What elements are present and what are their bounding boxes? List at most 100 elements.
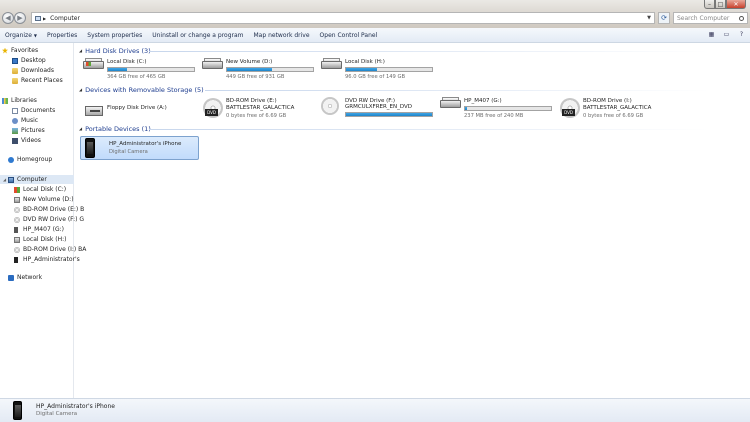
usb-drive-icon	[440, 97, 462, 119]
drive-name: Floppy Disk Drive (A:)	[107, 105, 167, 111]
breadcrumb-computer[interactable]: Computer	[50, 15, 80, 22]
usage-bar	[345, 67, 433, 72]
drive-tile-h[interactable]: Local Disk (H:) 96.0 GB free of 149 GB	[321, 58, 433, 82]
organize-label: Organize	[5, 31, 32, 39]
usb-drive-icon	[14, 226, 18, 233]
group-removable-storage[interactable]: ◢ Devices with Removable Storage (5)	[79, 85, 204, 94]
organize-menu[interactable]: Organize ▼	[0, 29, 42, 41]
preview-pane-icon[interactable]: ▭	[722, 30, 731, 39]
drive-icon	[202, 58, 224, 80]
group-divider	[205, 90, 710, 91]
nav-label: Favorites	[11, 47, 39, 54]
usage-bar	[345, 112, 433, 117]
folder-icon	[12, 77, 18, 84]
back-button[interactable]: ◀	[2, 12, 14, 24]
nav-drive-f[interactable]: DVD RW Drive (F:) G	[14, 215, 84, 224]
nav-music[interactable]: Music	[12, 116, 38, 125]
picture-icon	[12, 127, 18, 134]
maximize-button[interactable]: □	[715, 0, 726, 9]
nav-drive-c[interactable]: Local Disk (C:)	[14, 185, 66, 194]
drive-tile-d[interactable]: New Volume (D:) 449 GB free of 931 GB	[202, 58, 314, 82]
nav-label: Network	[17, 274, 43, 281]
content-pane: ◢ Hard Disk Drives (3) Local Disk (C:) 36…	[75, 43, 750, 398]
nav-homegroup[interactable]: Homegroup	[8, 155, 52, 164]
usage-bar-fill	[465, 107, 467, 110]
chevron-right-icon: ▶	[43, 15, 47, 21]
nav-drive-d[interactable]: New Volume (D:)	[14, 195, 74, 204]
dvd-tag: DVD	[562, 109, 575, 116]
nav-documents[interactable]: Documents	[12, 106, 55, 115]
map-network-drive-button[interactable]: Map network drive	[249, 29, 315, 41]
drive-name: HP_M407 (G:)	[464, 98, 502, 104]
nav-label: Local Disk (H:)	[23, 236, 67, 243]
nav-drive-g[interactable]: HP_M407 (G:)	[14, 225, 64, 234]
help-icon[interactable]: ?	[737, 30, 746, 39]
nav-desktop[interactable]: Desktop	[12, 56, 46, 65]
computer-icon	[35, 15, 41, 21]
nav-label: HP_M407 (G:)	[23, 226, 65, 233]
drive-tile-i[interactable]: DVD BD-ROM Drive (I:) BATTLESTAR_GALACTI…	[559, 97, 671, 121]
uninstall-program-button[interactable]: Uninstall or change a program	[147, 29, 248, 41]
nav-iphone[interactable]: HP_Administrator's	[14, 255, 80, 264]
refresh-button[interactable]: ⟳	[658, 12, 670, 24]
drive-tile-a[interactable]: Floppy Disk Drive (A:)	[83, 97, 195, 121]
disc-icon	[14, 246, 20, 253]
drive-tile-e[interactable]: DVD BD-ROM Drive (E:) BATTLESTAR_GALACTI…	[202, 97, 314, 121]
floppy-icon	[83, 97, 105, 119]
system-properties-button[interactable]: System properties	[82, 29, 147, 41]
nav-videos[interactable]: Videos	[12, 136, 41, 145]
minimize-button[interactable]: –	[704, 0, 715, 9]
nav-label: Music	[21, 117, 39, 124]
collapse-icon: ◢	[79, 126, 83, 131]
forward-button[interactable]: ▶	[14, 12, 26, 24]
device-tile-iphone[interactable]: HP_Administrator's iPhone Digital Camera	[80, 136, 199, 160]
window-controls: – □ ✕	[704, 0, 746, 9]
nav-drive-e[interactable]: BD-ROM Drive (E:) B	[14, 205, 84, 214]
chevron-down-icon[interactable]: ◢	[3, 177, 6, 182]
nav-drive-h[interactable]: Local Disk (H:)	[14, 235, 66, 244]
device-type: Digital Camera	[109, 149, 148, 155]
nav-pictures[interactable]: Pictures	[12, 126, 45, 135]
drive-tile-f[interactable]: DVD RW Drive (F:) GRMCULXFRER_EN_DVD	[321, 97, 433, 121]
drive-name: New Volume (D:)	[226, 59, 273, 65]
change-view-icon[interactable]: ▦	[707, 30, 716, 39]
open-control-panel-button[interactable]: Open Control Panel	[315, 29, 383, 41]
title-bar: – □ ✕ ◀ ▶ ▶ Computer ▼ ⟳ Search Computer	[0, 0, 750, 28]
library-icon	[2, 97, 8, 104]
nav-favorites[interactable]: Favorites	[2, 46, 38, 55]
nav-label: Desktop	[21, 57, 46, 64]
drive-icon	[14, 196, 20, 203]
nav-label: Computer	[17, 176, 47, 183]
group-title: Hard Disk Drives (3)	[85, 46, 151, 55]
nav-downloads[interactable]: Downloads	[12, 66, 54, 75]
properties-button[interactable]: Properties	[42, 29, 82, 41]
drive-tile-c[interactable]: Local Disk (C:) 364 GB free of 465 GB	[83, 58, 195, 82]
drive-free-space: 449 GB free of 931 GB	[226, 74, 285, 80]
close-button[interactable]: ✕	[726, 0, 746, 9]
group-portable-devices[interactable]: ◢ Portable Devices (1)	[79, 124, 151, 133]
address-bar[interactable]: ▶ Computer ▼	[31, 12, 655, 24]
nav-label: Videos	[21, 137, 41, 144]
search-input[interactable]: Search Computer	[673, 12, 748, 24]
star-icon	[2, 47, 8, 54]
nav-libraries[interactable]: Libraries	[2, 96, 37, 105]
details-item-name: HP_Administrator's iPhone	[36, 403, 115, 410]
nav-network[interactable]: Network	[8, 273, 42, 282]
arrow-right-icon: ▶	[17, 14, 23, 22]
search-placeholder: Search Computer	[677, 14, 730, 22]
nav-label: HP_Administrator's	[23, 256, 80, 263]
details-pane: HP_Administrator's iPhone Digital Camera	[0, 398, 750, 422]
drive-free-space: 96.0 GB free of 149 GB	[345, 74, 406, 80]
group-hard-disk-drives[interactable]: ◢ Hard Disk Drives (3)	[79, 46, 151, 55]
nav-computer[interactable]: ◢ Computer	[0, 175, 74, 184]
nav-recent-places[interactable]: Recent Places	[12, 76, 63, 85]
disc-icon	[14, 206, 20, 213]
collapse-icon: ◢	[79, 48, 83, 53]
chevron-down-icon[interactable]: ▼	[647, 15, 651, 21]
drive-name: Local Disk (C:)	[107, 59, 147, 65]
collapse-icon: ◢	[79, 87, 83, 92]
group-divider	[149, 51, 709, 52]
search-icon	[739, 15, 744, 21]
usage-bar-fill	[227, 68, 272, 71]
drive-tile-g[interactable]: HP_M407 (G:) 237 MB free of 240 MB	[440, 97, 552, 121]
